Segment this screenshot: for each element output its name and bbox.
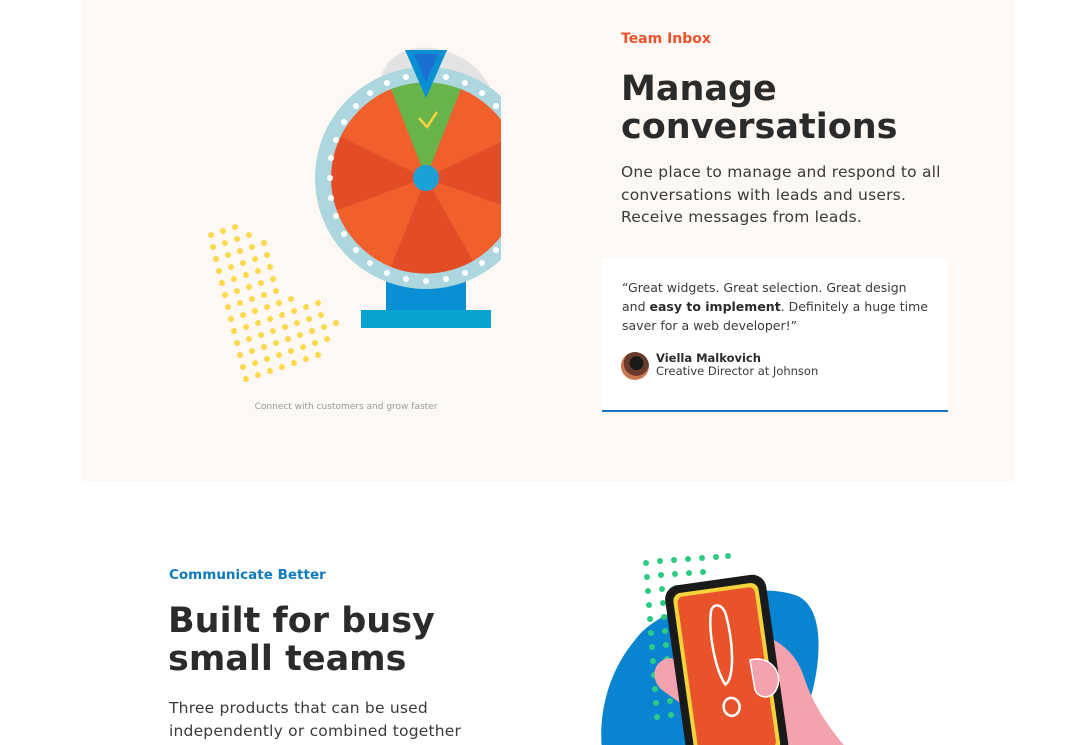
illustration-caption: Connect with customers and grow faster — [254, 402, 438, 412]
title-line-2: conversations — [621, 107, 898, 147]
section-title-2: Built for busy small teams — [168, 602, 435, 678]
phone-alert-icon — [601, 553, 844, 745]
avatar — [621, 352, 649, 380]
quote-text-bold: easy to implement — [649, 299, 781, 314]
section-description: One place to manage and respond to all c… — [621, 163, 941, 226]
section-eyebrow-2: Communicate Better — [169, 567, 326, 583]
section-description-2: Three products that can be used independ… — [169, 699, 462, 740]
section-eyebrow: Team Inbox — [621, 31, 711, 47]
title-line-1: Manage — [621, 69, 777, 109]
testimonial-card: “Great widgets. Great selection. Great d… — [602, 258, 948, 412]
title2-line-2: small teams — [168, 639, 407, 679]
dot-pattern — [208, 224, 339, 382]
testimonial-quote: “Great widgets. Great selection. Great d… — [622, 278, 932, 335]
section-title: Manage conversations — [621, 70, 898, 146]
prize-wheel-icon — [208, 47, 501, 382]
wheel-base — [361, 310, 491, 328]
author-role: Creative Director at Johnson — [656, 364, 819, 378]
title2-line-1: Built for busy — [168, 601, 435, 641]
team-inbox-section: Connect with customers and grow faster T… — [81, 0, 1014, 481]
author-name: Viella Malkovich — [656, 351, 761, 365]
